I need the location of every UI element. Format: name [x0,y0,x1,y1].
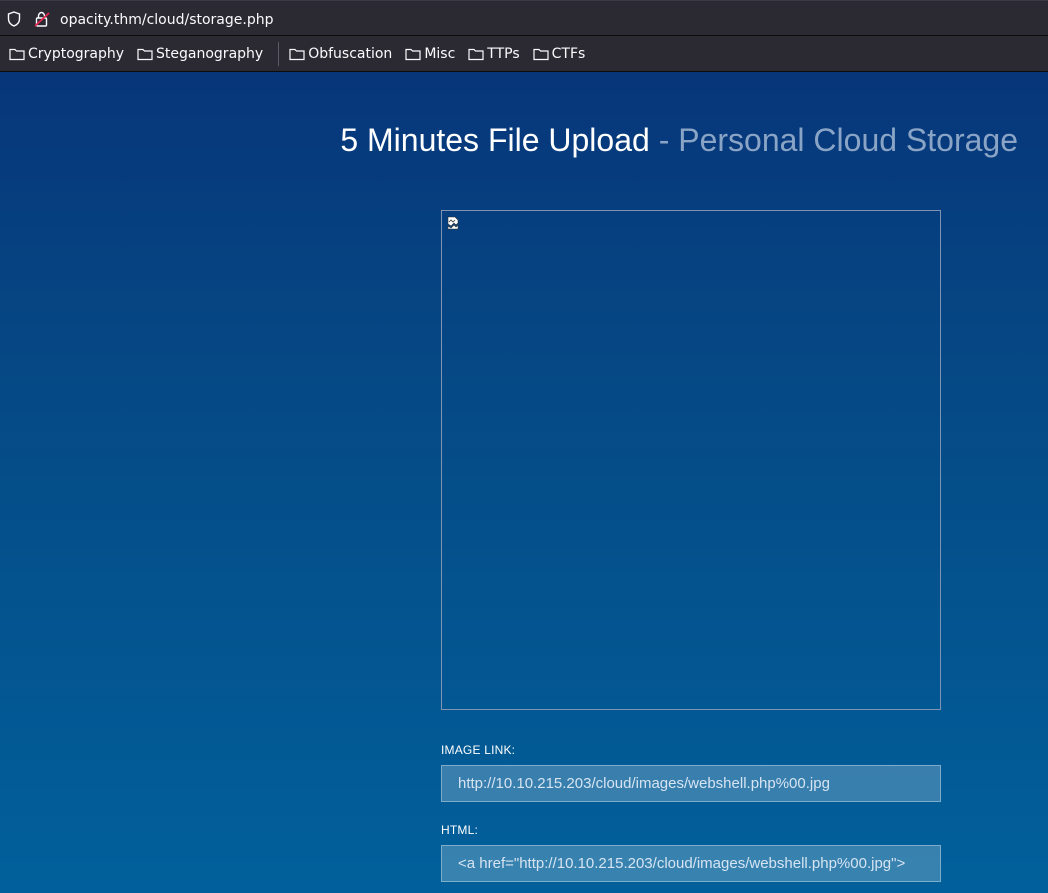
url-text[interactable]: opacity.thm/cloud/storage.php [60,11,273,29]
folder-icon [468,48,484,60]
bookmark-label: Misc [424,45,456,62]
folder-icon [533,48,549,60]
page-title: 5 Minutes File Upload - Personal Cloud S… [340,120,1018,160]
bookmark-label: Steganography [156,45,264,62]
shield-icon[interactable] [7,11,21,27]
bookmark-cryptography[interactable]: Cryptography [9,40,128,68]
folder-icon [289,48,305,60]
bookmarks-toolbar: Cryptography Steganography Obfuscation M… [0,36,1048,72]
bookmark-label: CTFs [551,45,586,62]
bookmark-separator [278,41,280,66]
folder-icon [405,48,421,60]
image-link-field[interactable]: http://10.10.215.203/cloud/images/webshe… [441,765,941,802]
bookmark-ctfs[interactable]: CTFs [533,40,590,68]
bookmark-ttps[interactable]: TTPs [468,40,523,68]
bookmark-label: TTPs [487,45,520,62]
folder-icon [137,48,153,60]
html-label: HTML: [441,823,478,837]
bookmark-obfuscation[interactable]: Obfuscation [289,40,396,68]
image-link-label: IMAGE LINK: [441,743,516,757]
insecure-lock-icon[interactable] [34,11,50,27]
uploaded-image-preview [441,210,941,710]
broken-image-icon [447,216,459,230]
page-title-main: 5 Minutes File Upload [340,122,650,158]
page-title-sub: - Personal Cloud Storage [658,122,1018,158]
folder-icon [9,48,25,60]
bookmark-steganography[interactable]: Steganography [137,40,267,68]
page-content: 5 Minutes File Upload - Personal Cloud S… [0,72,1048,893]
bookmark-misc[interactable]: Misc [405,40,459,68]
bookmark-label: Obfuscation [308,45,393,62]
bookmark-label: Cryptography [28,45,125,62]
url-bar[interactable]: opacity.thm/cloud/storage.php [0,0,1048,36]
html-code-field[interactable]: <a href="http://10.10.215.203/cloud/imag… [441,845,941,882]
